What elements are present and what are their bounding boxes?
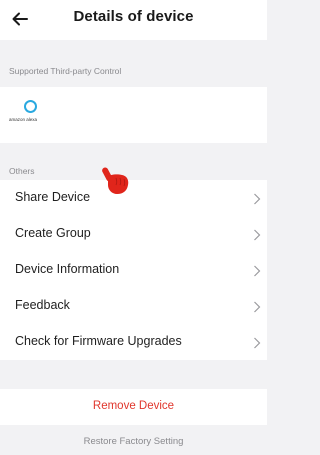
menu-item-label: Check for Firmware Upgrades [15, 334, 182, 348]
page-title: Details of device [73, 8, 194, 25]
others-section-label: Others [9, 166, 35, 176]
menu-item-label: Feedback [15, 298, 70, 312]
chevron-right-icon [253, 264, 261, 277]
menu-item-device-information[interactable]: Device Information [0, 252, 267, 288]
hand-pointer-icon [100, 163, 134, 197]
alexa-service-tile[interactable]: amazon alexa [9, 99, 53, 129]
menu-item-firmware-upgrades[interactable]: Check for Firmware Upgrades [0, 324, 267, 360]
restore-factory-setting-button[interactable]: Restore Factory Setting [0, 436, 267, 447]
third-party-section-label: Supported Third-party Control [9, 66, 122, 76]
arrow-left-icon [7, 5, 35, 33]
menu-item-feedback[interactable]: Feedback [0, 288, 267, 324]
menu-item-label: Create Group [15, 226, 91, 240]
remove-device-button[interactable]: Remove Device [0, 389, 267, 425]
alexa-service-name: amazon alexa [9, 117, 38, 122]
menu-item-create-group[interactable]: Create Group [0, 216, 267, 252]
header-bar: Details of device [0, 0, 267, 40]
chevron-right-icon [253, 192, 261, 205]
alexa-ring-icon [24, 100, 37, 113]
remove-device-label: Remove Device [92, 400, 175, 412]
menu-item-label: Device Information [15, 262, 120, 276]
chevron-right-icon [253, 228, 261, 241]
chevron-right-icon [253, 300, 261, 313]
back-button[interactable] [7, 5, 35, 33]
chevron-right-icon [253, 336, 261, 349]
menu-item-label: Share Device [15, 190, 91, 204]
